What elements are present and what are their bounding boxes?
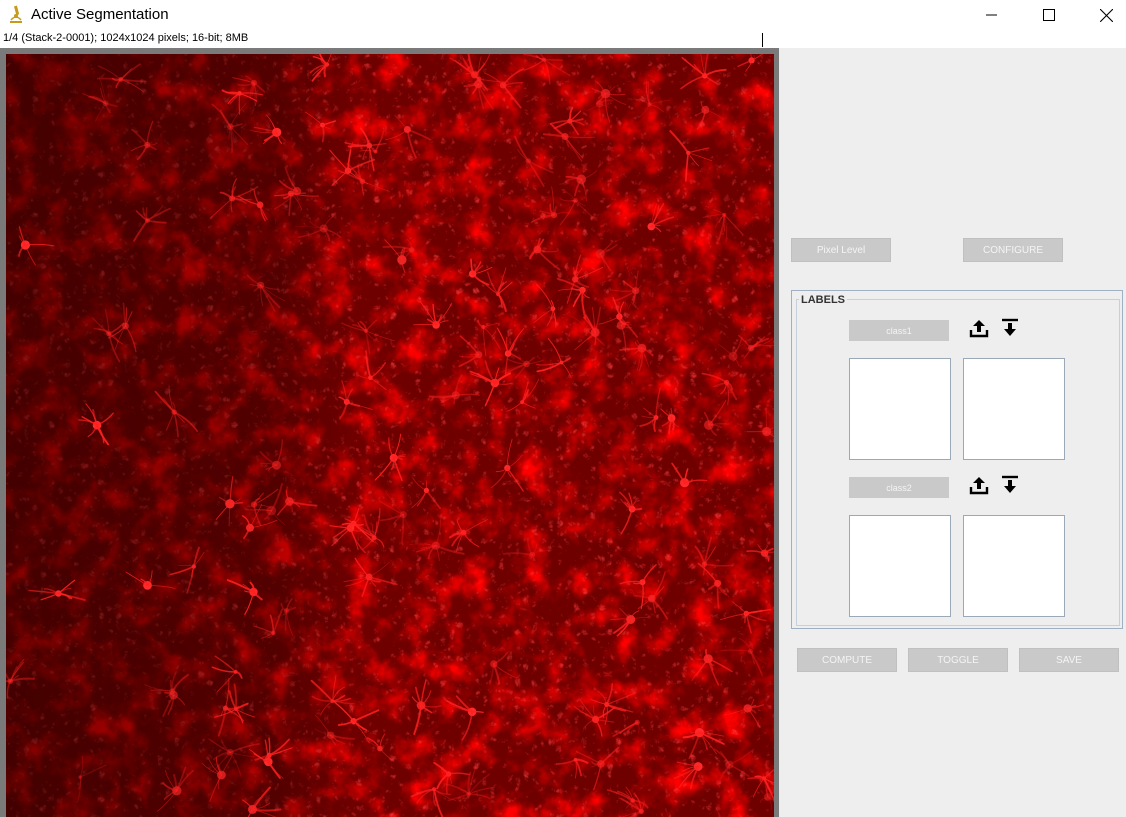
labels-title: LABELS	[799, 294, 847, 306]
compute-button[interactable]: COMPUTE	[797, 648, 897, 672]
close-button[interactable]	[1077, 0, 1126, 30]
upload-icon	[969, 475, 989, 500]
class2-thumbnail-left[interactable]	[849, 515, 951, 617]
image-info-text: 1/4 (Stack-2-0001); 1024x1024 pixels; 16…	[3, 32, 249, 44]
class1-download-button[interactable]	[999, 318, 1021, 343]
class1-thumbnail-right[interactable]	[963, 358, 1065, 460]
class2-download-button[interactable]	[999, 475, 1021, 500]
save-button[interactable]: SAVE	[1019, 648, 1119, 672]
toggle-button[interactable]: TOGGLE	[908, 648, 1008, 672]
minimize-icon	[986, 9, 998, 21]
upload-icon	[969, 318, 989, 343]
side-panel: Pixel Level CONFIGURE LABELS class1 clas…	[779, 48, 1126, 817]
window-title: Active Segmentation	[31, 6, 169, 23]
title-bar: Active Segmentation	[0, 0, 1126, 30]
text-caret	[762, 33, 763, 47]
microscopy-image[interactable]	[6, 54, 774, 817]
image-canvas-frame	[0, 48, 779, 817]
labels-panel: LABELS class1 class2	[791, 290, 1123, 629]
maximize-icon	[1043, 9, 1055, 21]
class2-thumbnail-right[interactable]	[963, 515, 1065, 617]
image-info-bar: 1/4 (Stack-2-0001); 1024x1024 pixels; 16…	[0, 30, 1126, 48]
class1-button[interactable]: class1	[849, 320, 949, 341]
microscope-icon	[8, 5, 24, 25]
class2-button[interactable]: class2	[849, 477, 949, 498]
download-icon	[1000, 318, 1020, 343]
maximize-button[interactable]	[1020, 0, 1078, 30]
microscopy-image-render	[6, 54, 774, 817]
class1-upload-button[interactable]	[968, 319, 990, 341]
labels-inner-border	[796, 299, 1120, 626]
class2-upload-button[interactable]	[968, 476, 990, 498]
close-icon	[1099, 8, 1113, 22]
minimize-button[interactable]	[963, 0, 1021, 30]
configure-button[interactable]: CONFIGURE	[963, 238, 1063, 262]
download-icon	[1000, 475, 1020, 500]
class1-thumbnail-left[interactable]	[849, 358, 951, 460]
pixel-level-button[interactable]: Pixel Level	[791, 238, 891, 262]
